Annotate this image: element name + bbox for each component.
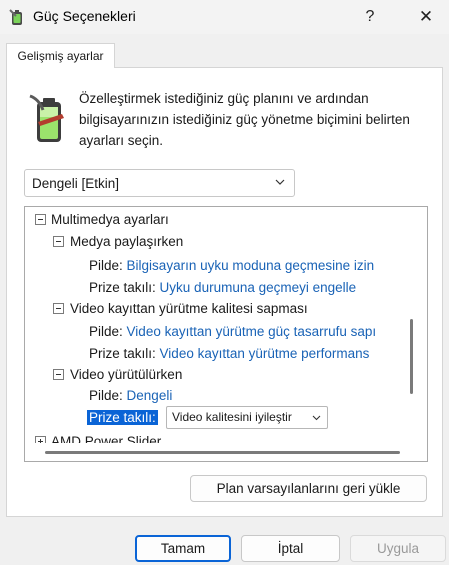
tree-setting-vp-battery[interactable]: Pilde: Dengeli [89,385,172,406]
tree-node-multimedia[interactable]: Multimedya ayarları [35,209,169,230]
tree-node-video-quality[interactable]: Video kayıttan yürütme kalitesi sapması [53,298,308,319]
restore-defaults-button[interactable]: Plan varsayılanlarını geri yükle [190,475,427,502]
vertical-scrollbar[interactable] [410,319,413,394]
collapse-icon[interactable] [53,303,64,314]
tree-node-media-sharing[interactable]: Medya paylaşırken [53,231,183,252]
tree-setting-vq-plugged[interactable]: Prize takılı: Video kayıttan yürütme per… [89,343,369,364]
selected-setting-label: Prize takılı: [87,410,158,425]
collapse-icon[interactable] [53,236,64,247]
tree-setting-vq-battery[interactable]: Pilde: Video kayıttan yürütme güç tasarr… [89,321,376,342]
apply-button[interactable]: Uygula [350,535,446,562]
intro-text: Özelleştirmek istediğiniz güç planını ve… [79,91,410,148]
tab-advanced-settings[interactable]: Gelişmiş ayarlar [6,43,115,68]
chevron-down-icon [312,415,321,421]
collapse-icon[interactable] [35,214,46,225]
power-options-icon [8,8,26,26]
cancel-button[interactable]: İptal [241,535,340,562]
tree-node-video-playing[interactable]: Video yürütülürken [53,364,182,385]
setting-value-link[interactable]: Dengeli [127,388,173,403]
expand-icon[interactable] [35,436,46,443]
horizontal-scrollbar[interactable] [45,451,400,454]
tree-viewport: Multimedya ayarları Medya paylaşırken Pi… [25,207,409,443]
setting-value-link[interactable]: Video kayıttan yürütme güç tasarrufu sap… [127,324,377,339]
chevron-down-icon [275,179,285,185]
setting-value-link[interactable]: Uyku durumuna geçmeyi engelle [160,280,357,295]
video-playback-select[interactable]: Video kalitesini iyileştir [166,406,328,429]
help-button[interactable]: ? [352,0,388,34]
tree-setting-ms-battery[interactable]: Pilde: Bilgisayarın uyku moduna geçmesin… [89,255,374,276]
power-plan-value: Dengeli [Etkin] [32,175,120,191]
tree-setting-vp-plugged[interactable]: Prize takılı: [87,407,158,428]
tree-setting-ms-plugged[interactable]: Prize takılı: Uyku durumuna geçmeyi enge… [89,277,356,298]
window-title: Güç Seçenekleri [33,8,136,24]
collapse-icon[interactable] [53,369,64,380]
close-button[interactable]: ✕ [404,0,448,34]
setting-value-link[interactable]: Video kayıttan yürütme performans [160,346,370,361]
video-playback-select-value: Video kalitesini iyileştir [172,410,292,424]
setting-value-link[interactable]: Bilgisayarın uyku moduna geçmesine izin [127,258,375,273]
ok-button[interactable]: Tamam [135,535,231,562]
tree-node-amd-power-slider[interactable]: AMD Power Slider [35,431,161,443]
battery-plan-icon [28,92,68,144]
power-plan-select[interactable]: Dengeli [Etkin] [24,169,295,197]
